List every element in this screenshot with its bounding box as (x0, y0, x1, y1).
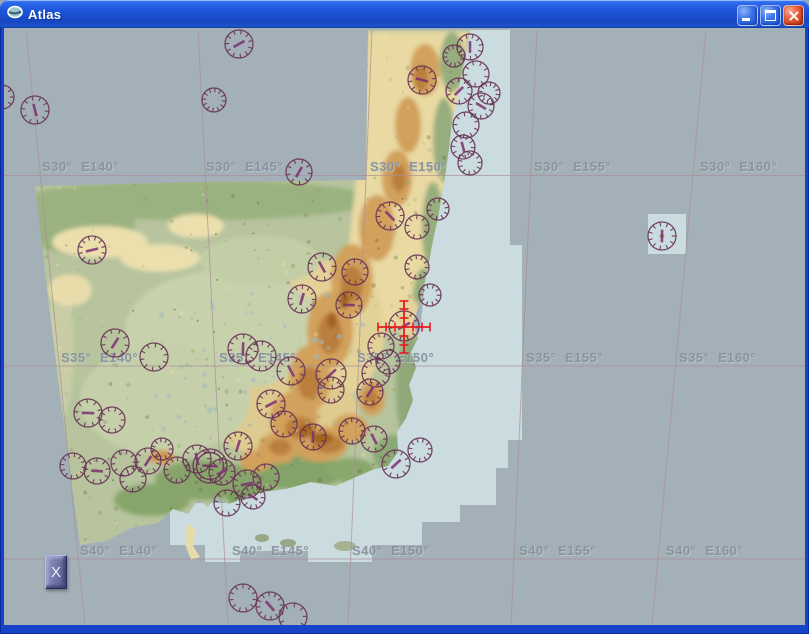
window-controls (737, 5, 804, 26)
maximize-button[interactable] (760, 5, 781, 26)
exit-button[interactable]: X (45, 555, 67, 589)
svg-text:S35°E140°: S35°E140° (61, 350, 138, 365)
svg-text:S30°E160°: S30°E160° (700, 159, 777, 174)
maximize-icon (765, 10, 776, 21)
svg-text:S40°E160°: S40°E160° (666, 543, 743, 558)
atlas-globe-icon[interactable] (7, 4, 23, 25)
svg-text:S40°E150°: S40°E150° (352, 543, 429, 558)
svg-text:S30°E145°: S30°E145° (206, 159, 283, 174)
svg-text:S35°E155°: S35°E155° (526, 350, 603, 365)
svg-text:S30°E140°: S30°E140° (42, 159, 119, 174)
exit-button-label: X (51, 564, 61, 581)
map-area[interactable]: S30°E140°S30°E140°S30°E145°S30°E145°S30°… (4, 28, 805, 625)
svg-text:S40°E140°: S40°E140° (80, 543, 157, 558)
svg-text:S40°E145°: S40°E145° (232, 543, 309, 558)
svg-text:S30°E155°: S30°E155° (534, 159, 611, 174)
map-canvas[interactable]: S30°E140°S30°E140°S30°E145°S30°E145°S30°… (4, 28, 805, 625)
svg-text:S40°E155°: S40°E155° (519, 543, 596, 558)
close-button[interactable] (783, 5, 804, 26)
svg-text:S30°E150°: S30°E150° (370, 159, 447, 174)
atlas-window: Atlas (0, 0, 809, 634)
svg-text:S35°E160°: S35°E160° (679, 350, 756, 365)
minimize-icon (742, 18, 750, 21)
title-bar[interactable]: Atlas (0, 0, 809, 28)
window-title: Atlas (28, 7, 61, 22)
minimize-button[interactable] (737, 5, 758, 26)
